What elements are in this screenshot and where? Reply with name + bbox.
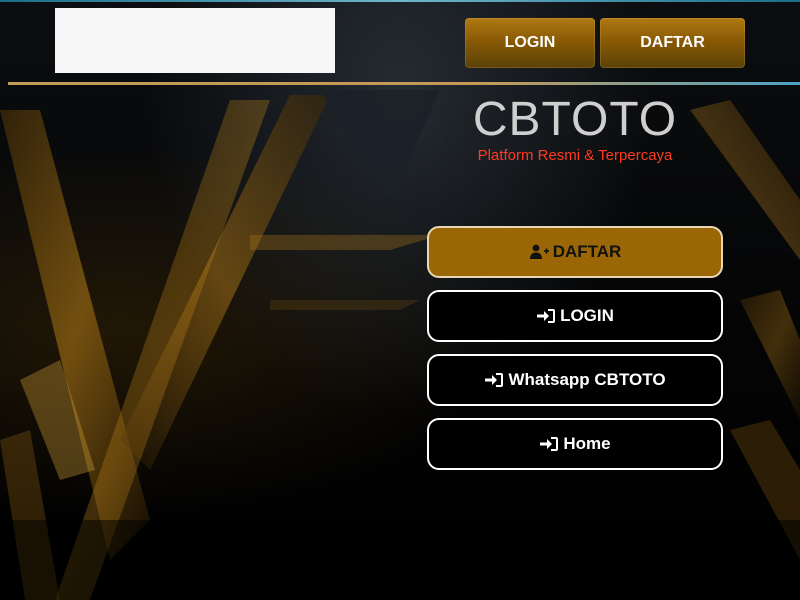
sign-in-icon	[485, 373, 504, 387]
top-accent-line	[0, 0, 800, 2]
header-login-button[interactable]: LOGIN	[465, 18, 595, 68]
page-background: LOGIN DAFTAR CBTOTO Platform Resmi & Ter…	[0, 0, 800, 600]
sign-in-icon	[537, 309, 556, 323]
header-daftar-button[interactable]: DAFTAR	[600, 18, 745, 68]
whatsapp-button[interactable]: Whatsapp CBTOTO	[427, 354, 723, 406]
sign-in-icon	[540, 437, 559, 451]
login-button[interactable]: LOGIN	[427, 290, 723, 342]
daftar-button-label: DAFTAR	[552, 242, 622, 261]
brand-tagline: Platform Resmi & Terpercaya	[477, 147, 673, 164]
brand-title: CBTOTO	[472, 93, 678, 146]
header-divider	[8, 82, 800, 85]
home-button[interactable]: Home	[427, 418, 723, 470]
login-button-label: LOGIN	[560, 306, 614, 325]
site-logo[interactable]	[55, 8, 335, 73]
daftar-button[interactable]: DAFTAR	[427, 226, 723, 278]
user-plus-icon	[529, 244, 549, 259]
whatsapp-button-label: Whatsapp CBTOTO	[508, 370, 666, 389]
home-button-label: Home	[563, 434, 611, 453]
